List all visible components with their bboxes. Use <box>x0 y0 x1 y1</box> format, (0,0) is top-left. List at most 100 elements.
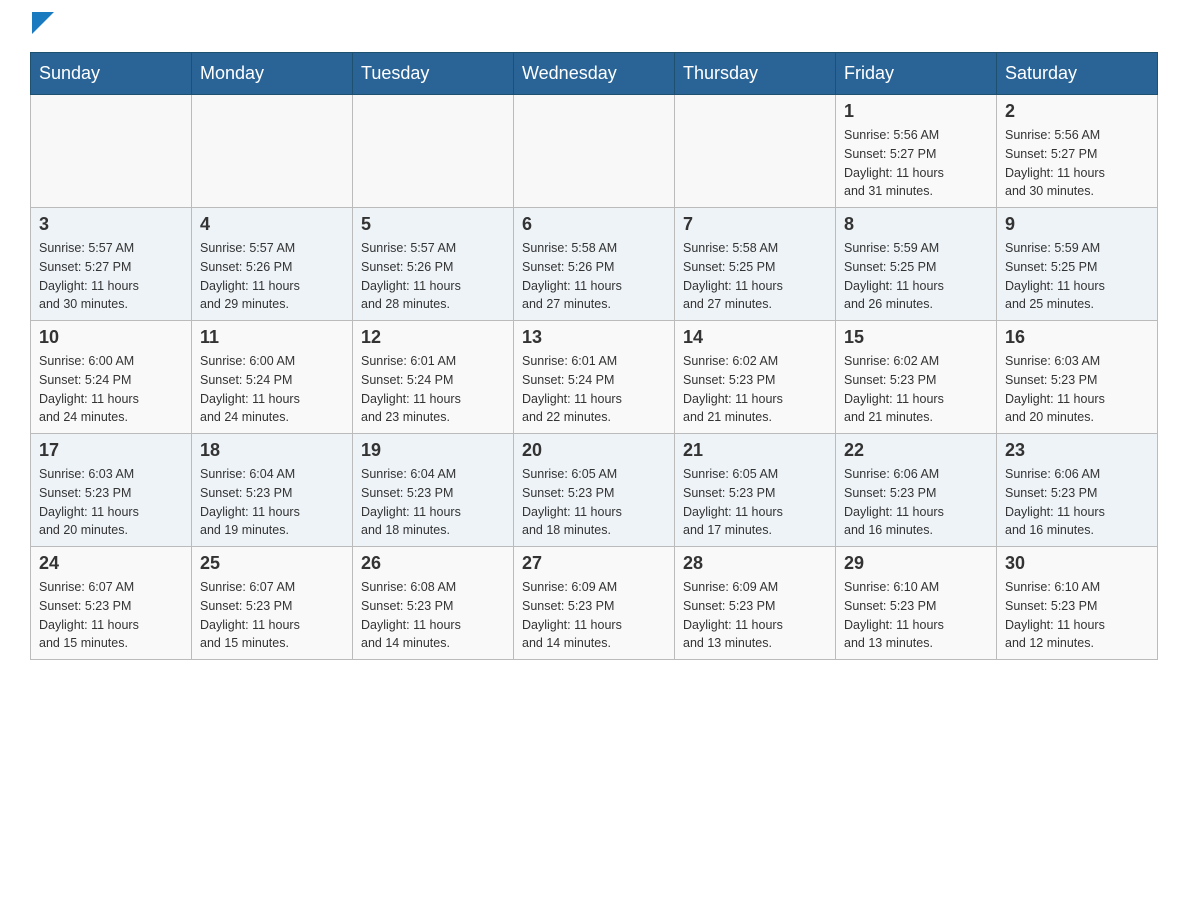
day-number: 2 <box>1005 101 1149 122</box>
calendar-week-row: 10 Sunrise: 6:00 AMSunset: 5:24 PMDayligh… <box>31 321 1158 434</box>
day-number: 11 <box>200 327 344 348</box>
day-info: Sunrise: 6:10 AMSunset: 5:23 PMDaylight:… <box>844 578 988 653</box>
day-number: 8 <box>844 214 988 235</box>
day-number: 28 <box>683 553 827 574</box>
calendar-day-cell: 9 Sunrise: 5:59 AMSunset: 5:25 PMDaylight… <box>997 208 1158 321</box>
day-number: 3 <box>39 214 183 235</box>
day-info: Sunrise: 5:57 AMSunset: 5:27 PMDaylight:… <box>39 239 183 314</box>
calendar-day-cell: 18 Sunrise: 6:04 AMSunset: 5:23 PMDayligh… <box>192 434 353 547</box>
calendar-day-cell: 21 Sunrise: 6:05 AMSunset: 5:23 PMDayligh… <box>675 434 836 547</box>
day-number: 12 <box>361 327 505 348</box>
calendar-day-cell: 5 Sunrise: 5:57 AMSunset: 5:26 PMDaylight… <box>353 208 514 321</box>
day-number: 22 <box>844 440 988 461</box>
calendar-day-cell: 16Sunrise: 6:03 AMSunset: 5:23 PMDayligh… <box>997 321 1158 434</box>
calendar-day-cell: 22 Sunrise: 6:06 AMSunset: 5:23 PMDayligh… <box>836 434 997 547</box>
day-info: Sunrise: 6:04 AMSunset: 5:23 PMDaylight:… <box>361 465 505 540</box>
calendar-day-cell <box>31 95 192 208</box>
day-info: Sunrise: 6:05 AMSunset: 5:23 PMDaylight:… <box>683 465 827 540</box>
calendar-day-cell: 4 Sunrise: 5:57 AMSunset: 5:26 PMDaylight… <box>192 208 353 321</box>
day-number: 20 <box>522 440 666 461</box>
day-number: 24 <box>39 553 183 574</box>
day-info: Sunrise: 6:09 AMSunset: 5:23 PMDaylight:… <box>683 578 827 653</box>
day-number: 23 <box>1005 440 1149 461</box>
calendar-day-cell: 19Sunrise: 6:04 AMSunset: 5:23 PMDayligh… <box>353 434 514 547</box>
calendar-day-cell <box>514 95 675 208</box>
day-number: 10 <box>39 327 183 348</box>
day-number: 9 <box>1005 214 1149 235</box>
day-info: Sunrise: 6:00 AMSunset: 5:24 PMDaylight:… <box>39 352 183 427</box>
day-number: 18 <box>200 440 344 461</box>
calendar-day-cell: 7 Sunrise: 5:58 AMSunset: 5:25 PMDaylight… <box>675 208 836 321</box>
day-info: Sunrise: 6:04 AMSunset: 5:23 PMDaylight:… <box>200 465 344 540</box>
day-of-week-header: Sunday <box>31 53 192 95</box>
day-info: Sunrise: 6:07 AMSunset: 5:23 PMDaylight:… <box>200 578 344 653</box>
day-info: Sunrise: 5:57 AMSunset: 5:26 PMDaylight:… <box>361 239 505 314</box>
day-of-week-header: Thursday <box>675 53 836 95</box>
day-info: Sunrise: 5:59 AMSunset: 5:25 PMDaylight:… <box>844 239 988 314</box>
day-info: Sunrise: 5:59 AMSunset: 5:25 PMDaylight:… <box>1005 239 1149 314</box>
calendar-week-row: 3 Sunrise: 5:57 AMSunset: 5:27 PMDaylight… <box>31 208 1158 321</box>
day-of-week-header: Saturday <box>997 53 1158 95</box>
calendar-week-row: 1 Sunrise: 5:56 AMSunset: 5:27 PMDaylight… <box>31 95 1158 208</box>
day-number: 27 <box>522 553 666 574</box>
day-number: 14 <box>683 327 827 348</box>
calendar-day-cell: 15 Sunrise: 6:02 AMSunset: 5:23 PMDayligh… <box>836 321 997 434</box>
calendar-day-cell: 6 Sunrise: 5:58 AMSunset: 5:26 PMDaylight… <box>514 208 675 321</box>
calendar-day-cell: 13 Sunrise: 6:01 AMSunset: 5:24 PMDayligh… <box>514 321 675 434</box>
day-info: Sunrise: 6:08 AMSunset: 5:23 PMDaylight:… <box>361 578 505 653</box>
day-info: Sunrise: 6:02 AMSunset: 5:23 PMDaylight:… <box>844 352 988 427</box>
day-info: Sunrise: 5:58 AMSunset: 5:26 PMDaylight:… <box>522 239 666 314</box>
day-info: Sunrise: 6:06 AMSunset: 5:23 PMDaylight:… <box>844 465 988 540</box>
page-header <box>30 20 1158 34</box>
day-info: Sunrise: 6:03 AMSunset: 5:23 PMDaylight:… <box>1005 352 1149 427</box>
day-info: Sunrise: 5:57 AMSunset: 5:26 PMDaylight:… <box>200 239 344 314</box>
calendar-day-cell: 3 Sunrise: 5:57 AMSunset: 5:27 PMDaylight… <box>31 208 192 321</box>
day-info: Sunrise: 6:01 AMSunset: 5:24 PMDaylight:… <box>522 352 666 427</box>
day-number: 7 <box>683 214 827 235</box>
day-info: Sunrise: 5:58 AMSunset: 5:25 PMDaylight:… <box>683 239 827 314</box>
day-number: 25 <box>200 553 344 574</box>
calendar-day-cell: 28 Sunrise: 6:09 AMSunset: 5:23 PMDayligh… <box>675 547 836 660</box>
day-info: Sunrise: 6:10 AMSunset: 5:23 PMDaylight:… <box>1005 578 1149 653</box>
calendar-day-cell: 30 Sunrise: 6:10 AMSunset: 5:23 PMDayligh… <box>997 547 1158 660</box>
day-of-week-header: Tuesday <box>353 53 514 95</box>
day-number: 1 <box>844 101 988 122</box>
day-info: Sunrise: 6:02 AMSunset: 5:23 PMDaylight:… <box>683 352 827 427</box>
calendar-day-cell: 20 Sunrise: 6:05 AMSunset: 5:23 PMDayligh… <box>514 434 675 547</box>
day-of-week-header: Wednesday <box>514 53 675 95</box>
calendar-day-cell: 11 Sunrise: 6:00 AMSunset: 5:24 PMDayligh… <box>192 321 353 434</box>
calendar-day-cell <box>192 95 353 208</box>
day-info: Sunrise: 6:03 AMSunset: 5:23 PMDaylight:… <box>39 465 183 540</box>
day-info: Sunrise: 6:01 AMSunset: 5:24 PMDaylight:… <box>361 352 505 427</box>
calendar-header-row: SundayMondayTuesdayWednesdayThursdayFrid… <box>31 53 1158 95</box>
day-number: 21 <box>683 440 827 461</box>
day-of-week-header: Friday <box>836 53 997 95</box>
day-number: 15 <box>844 327 988 348</box>
calendar-day-cell <box>675 95 836 208</box>
logo <box>30 20 54 34</box>
calendar-day-cell: 26Sunrise: 6:08 AMSunset: 5:23 PMDayligh… <box>353 547 514 660</box>
day-number: 30 <box>1005 553 1149 574</box>
logo-triangle-icon <box>32 12 54 34</box>
calendar-day-cell: 23 Sunrise: 6:06 AMSunset: 5:23 PMDayligh… <box>997 434 1158 547</box>
day-number: 5 <box>361 214 505 235</box>
day-number: 13 <box>522 327 666 348</box>
day-number: 29 <box>844 553 988 574</box>
day-info: Sunrise: 6:09 AMSunset: 5:23 PMDaylight:… <box>522 578 666 653</box>
day-number: 6 <box>522 214 666 235</box>
calendar-day-cell <box>353 95 514 208</box>
day-number: 4 <box>200 214 344 235</box>
day-info: Sunrise: 6:00 AMSunset: 5:24 PMDaylight:… <box>200 352 344 427</box>
calendar-week-row: 17 Sunrise: 6:03 AMSunset: 5:23 PMDayligh… <box>31 434 1158 547</box>
day-info: Sunrise: 5:56 AMSunset: 5:27 PMDaylight:… <box>1005 126 1149 201</box>
calendar-day-cell: 10 Sunrise: 6:00 AMSunset: 5:24 PMDayligh… <box>31 321 192 434</box>
day-info: Sunrise: 6:05 AMSunset: 5:23 PMDaylight:… <box>522 465 666 540</box>
calendar-day-cell: 29 Sunrise: 6:10 AMSunset: 5:23 PMDayligh… <box>836 547 997 660</box>
day-info: Sunrise: 6:06 AMSunset: 5:23 PMDaylight:… <box>1005 465 1149 540</box>
calendar-day-cell: 2 Sunrise: 5:56 AMSunset: 5:27 PMDaylight… <box>997 95 1158 208</box>
calendar-day-cell: 27 Sunrise: 6:09 AMSunset: 5:23 PMDayligh… <box>514 547 675 660</box>
day-number: 17 <box>39 440 183 461</box>
calendar-week-row: 24 Sunrise: 6:07 AMSunset: 5:23 PMDayligh… <box>31 547 1158 660</box>
calendar-day-cell: 14 Sunrise: 6:02 AMSunset: 5:23 PMDayligh… <box>675 321 836 434</box>
calendar-day-cell: 8 Sunrise: 5:59 AMSunset: 5:25 PMDaylight… <box>836 208 997 321</box>
